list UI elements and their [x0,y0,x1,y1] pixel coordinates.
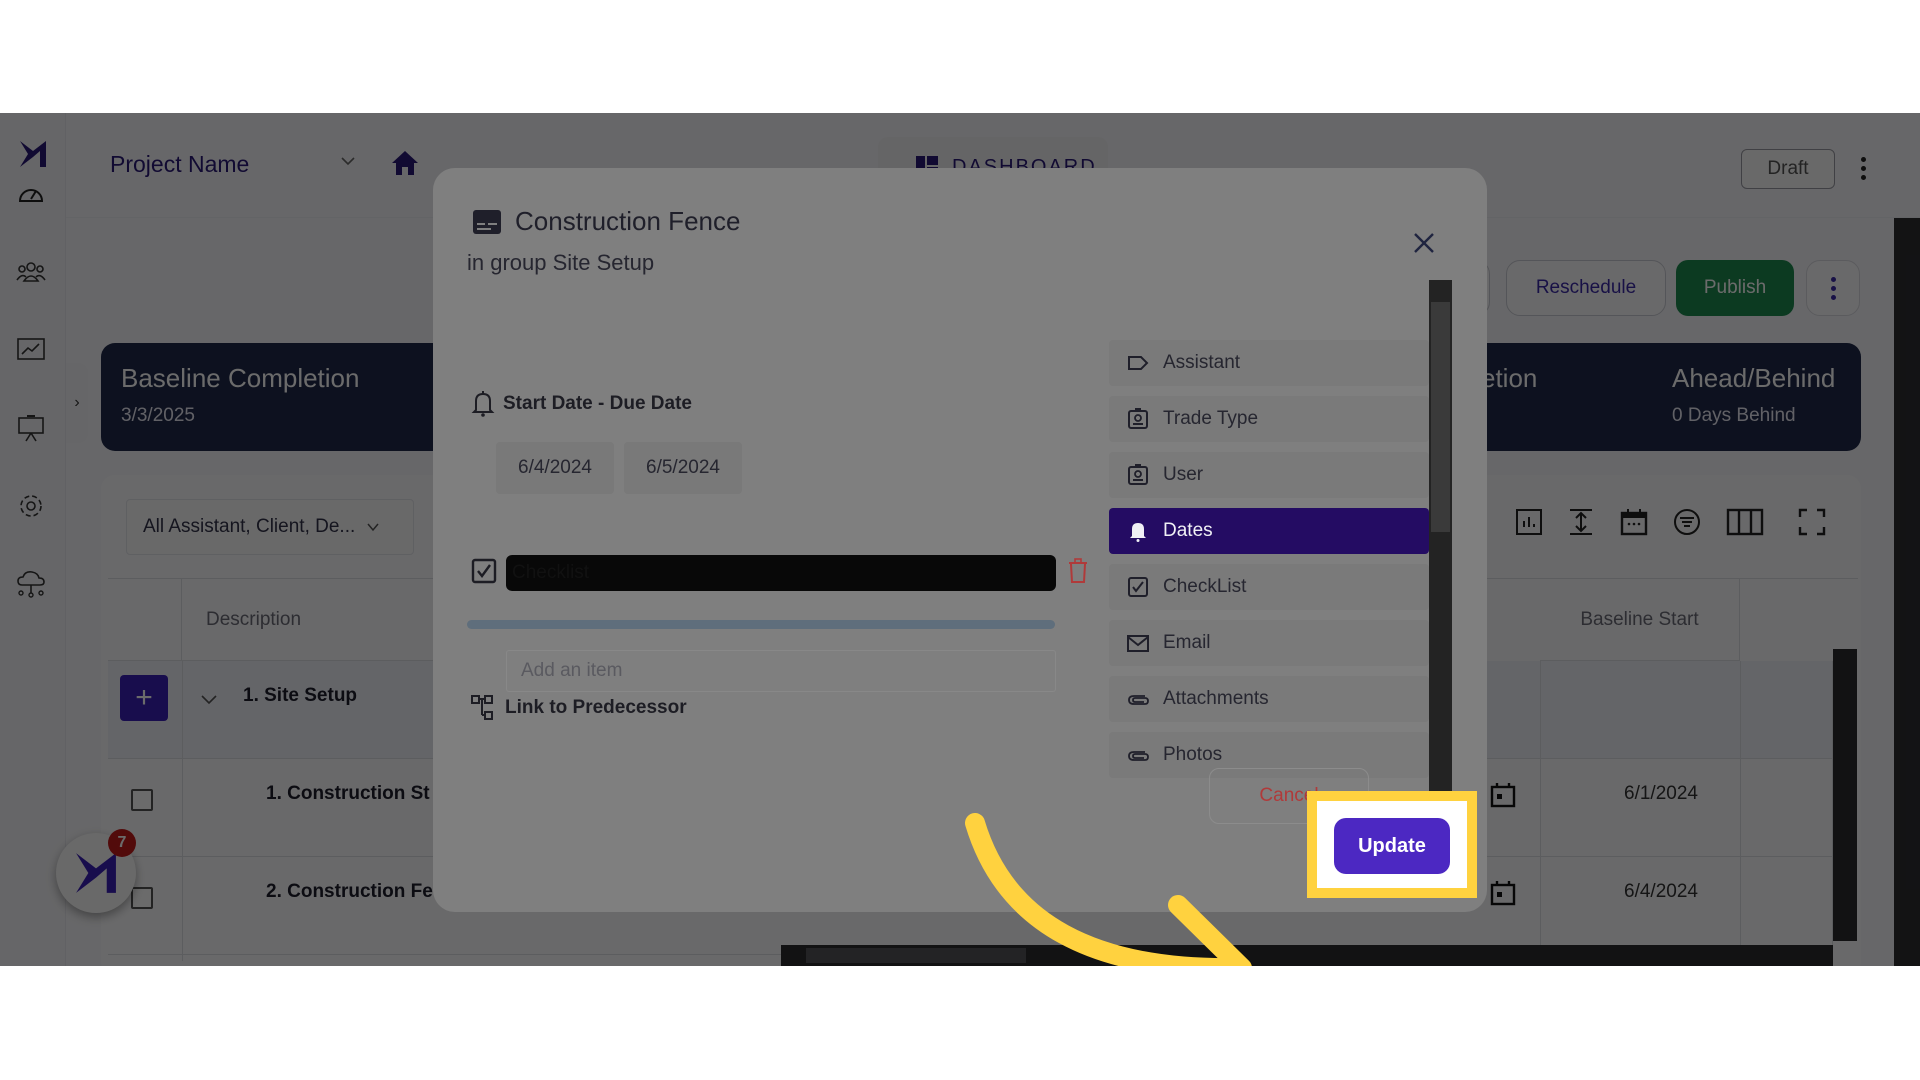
side-menu-attachments[interactable]: Attachments [1109,676,1429,722]
close-icon[interactable] [1411,230,1437,256]
add-item-input[interactable]: Add an item [506,650,1056,692]
checklist-item-text: Checklist [512,562,590,583]
paperclip-icon [1128,751,1149,761]
modal-subtitle: in group Site Setup [467,250,655,275]
side-menu-trade-type[interactable]: Trade Type [1109,396,1429,442]
update-button[interactable]: Update [1334,818,1450,874]
dates-section-text: Start Date - Due Date [503,393,692,414]
checklist-item-input[interactable]: Checklist [506,555,1056,591]
predecessor-section-label[interactable]: Link to Predecessor [471,695,687,721]
paperclip-icon [1128,695,1149,705]
add-item-placeholder: Add an item [521,660,623,681]
side-menu-user[interactable]: User [1109,452,1429,498]
side-menu-label: Photos [1163,744,1223,765]
side-menu-label: Assistant [1163,352,1241,373]
badge-icon [1128,408,1148,429]
side-menu-checklist[interactable]: CheckList [1109,564,1429,610]
side-menu-label: User [1163,464,1204,485]
card-icon [473,210,501,234]
side-menu-label: Attachments [1163,688,1269,709]
side-menu-assistant[interactable]: Assistant [1109,340,1429,386]
side-menu-label: Email [1163,632,1211,653]
hierarchy-icon [471,695,493,720]
side-menu-label: Trade Type [1163,408,1259,429]
tag-icon [1128,356,1149,370]
modal-title: Construction Fence [515,206,741,236]
checklist-progress-bar [467,620,1055,629]
app-window: › Project Name DASHBOARD Draft Reschedul… [0,113,1920,966]
side-menu-label: CheckList [1163,576,1247,597]
checkbox-icon [1128,577,1148,597]
side-menu-label: Dates [1163,520,1213,541]
badge-icon [1128,464,1148,485]
trash-icon[interactable] [1067,558,1089,584]
dates-section-label: Start Date - Due Date [471,390,692,418]
bell-icon [471,391,495,417]
side-menu-email[interactable]: Email [1109,620,1429,666]
predecessor-section-text: Link to Predecessor [505,697,687,718]
due-date-field[interactable]: 6/5/2024 [624,442,742,494]
tutorial-arrow-icon [965,813,1252,966]
side-menu-dates[interactable]: Dates [1109,508,1429,554]
modal-menu-scroll-thumb[interactable] [1431,302,1450,532]
bell-icon [1130,523,1146,542]
checklist-item-checkbox[interactable] [471,558,497,584]
mail-icon [1127,635,1149,652]
start-date-field[interactable]: 6/4/2024 [496,442,614,494]
